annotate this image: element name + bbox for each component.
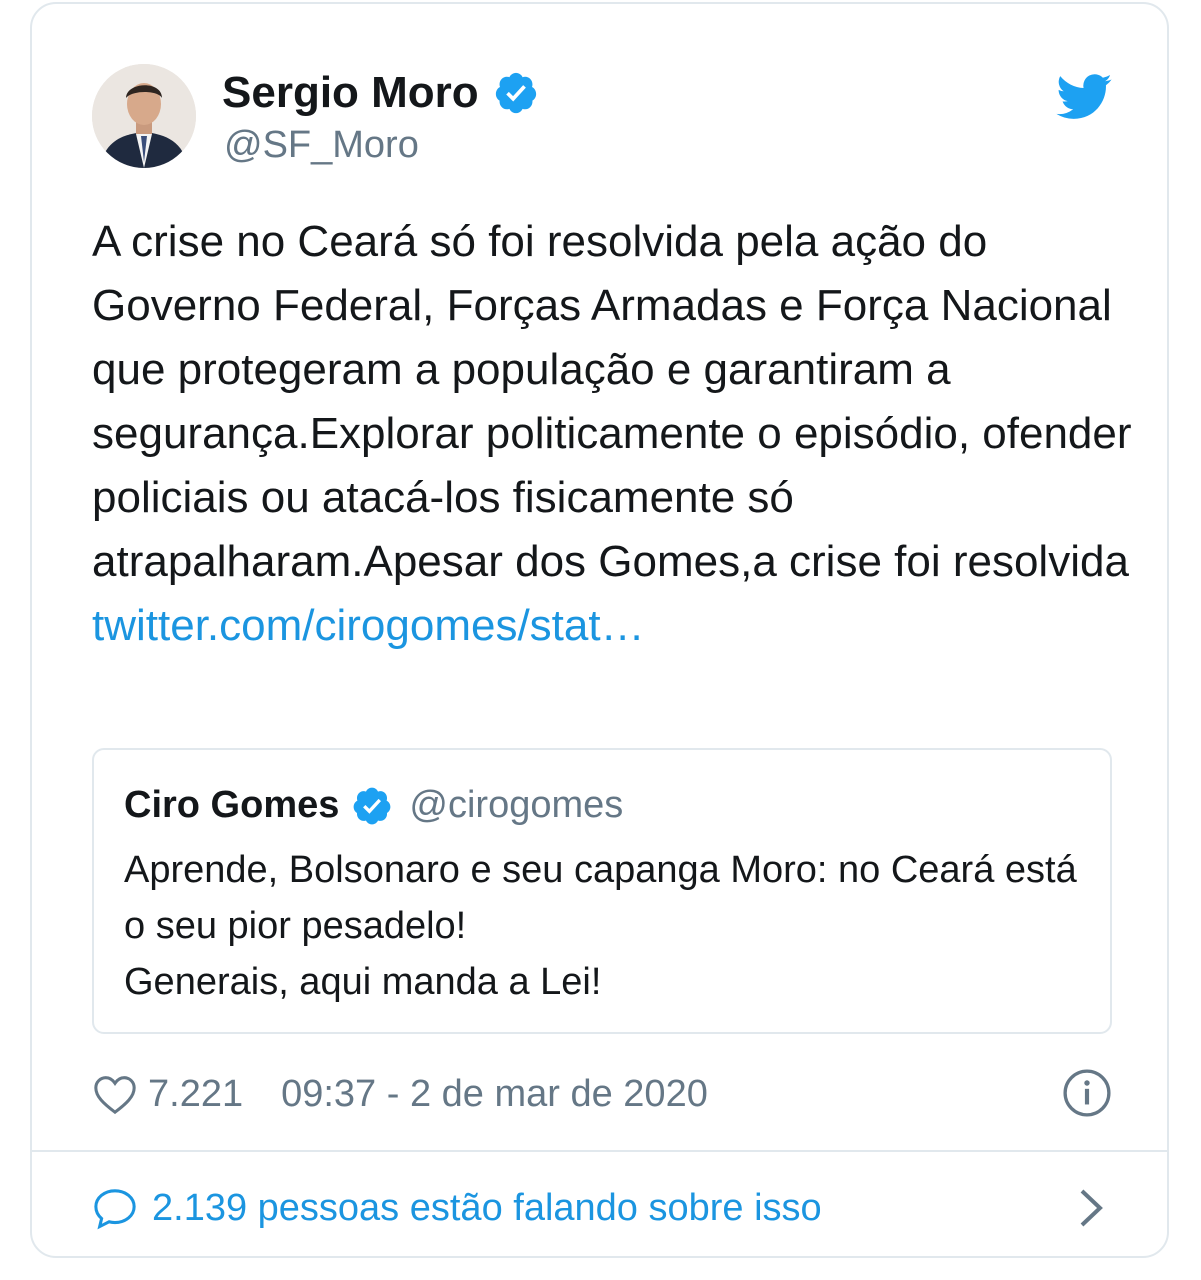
info-icon[interactable] <box>1062 1068 1112 1118</box>
heart-icon[interactable] <box>92 1072 138 1116</box>
chevron-right-icon[interactable] <box>1078 1188 1104 1228</box>
verified-badge-icon <box>354 787 391 824</box>
author-handle[interactable]: @SF_Moro <box>224 124 419 167</box>
author-name-row[interactable]: Sergio Moro <box>222 68 539 118</box>
avatar-photo <box>92 64 196 168</box>
conversation-link[interactable]: 2.139 pessoas estão falando sobre isso <box>92 1176 1112 1240</box>
tweet-meta-row: 7.221 09:37 - 2 de mar de 2020 <box>92 1066 1112 1122</box>
tweet-body: A crise no Ceará só foi resolvida pela a… <box>92 217 1132 586</box>
conversation-text[interactable]: 2.139 pessoas estão falando sobre isso <box>152 1187 822 1230</box>
tweet-card: Sergio Moro @SF_Moro A crise no Ceará só… <box>30 2 1169 1258</box>
like-count[interactable]: 7.221 <box>148 1073 243 1116</box>
quoted-author-handle[interactable]: @cirogomes <box>409 784 623 827</box>
divider <box>32 1150 1167 1152</box>
twitter-bird-icon[interactable] <box>1056 74 1112 120</box>
verified-badge-icon <box>495 72 536 114</box>
quoted-tweet-header: Ciro Gomes @cirogomes <box>124 784 623 827</box>
tweet-link[interactable]: twitter.com/cirogomes/stat… <box>92 594 1132 658</box>
quoted-tweet[interactable]: Ciro Gomes @cirogomes Aprende, Bolsonaro… <box>92 748 1112 1034</box>
comment-bubble-icon <box>94 1189 136 1230</box>
avatar[interactable] <box>92 64 196 168</box>
timestamp[interactable]: 09:37 - 2 de mar de 2020 <box>281 1073 708 1116</box>
quoted-tweet-text: Aprende, Bolsonaro e seu capanga Moro: n… <box>124 849 1077 1003</box>
quoted-author-name[interactable]: Ciro Gomes <box>124 784 339 827</box>
author-name[interactable]: Sergio Moro <box>222 68 479 118</box>
tweet-text: A crise no Ceará só foi resolvida pela a… <box>92 210 1132 658</box>
